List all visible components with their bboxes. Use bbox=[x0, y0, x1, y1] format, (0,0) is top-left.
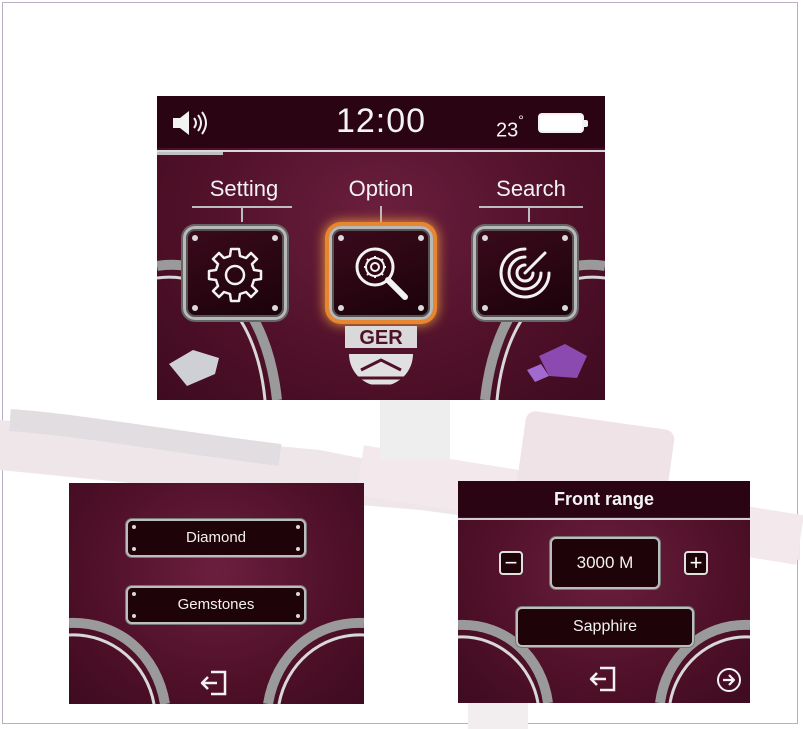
diamond-button[interactable]: Diamond bbox=[126, 519, 306, 557]
divider bbox=[458, 518, 750, 520]
search-rule bbox=[479, 206, 583, 208]
progress-indicator bbox=[157, 152, 223, 155]
search-label: Search bbox=[496, 176, 566, 201]
temperature-readout: 23° bbox=[496, 112, 524, 143]
radar-icon bbox=[499, 247, 551, 299]
target-select[interactable]: Sapphire bbox=[516, 607, 694, 647]
range-value-field[interactable]: 3000 M bbox=[550, 537, 660, 589]
status-bar: 12:00 23° bbox=[157, 96, 605, 148]
gear-magnifier-icon bbox=[355, 247, 408, 300]
front-range-screen: Front range − 3000 M + Sapphire bbox=[458, 481, 750, 703]
option-stem bbox=[380, 206, 382, 222]
option-label: Option bbox=[348, 176, 414, 201]
range-value: 3000 M bbox=[576, 553, 634, 572]
category-screen: Diamond Gemstones bbox=[69, 483, 364, 704]
diamond-label: Diamond bbox=[185, 529, 247, 546]
gemstones-label: Gemstones bbox=[177, 596, 255, 613]
search-button[interactable] bbox=[473, 226, 577, 320]
search-stem bbox=[528, 206, 530, 222]
svg-text:GER: GER bbox=[359, 327, 403, 349]
battery-icon bbox=[538, 113, 588, 133]
front-range-title: Front range bbox=[458, 481, 750, 517]
setting-stem bbox=[241, 206, 243, 222]
diamond-gem-icon bbox=[169, 350, 219, 386]
temperature-value: 23 bbox=[496, 119, 519, 142]
arrow-right-circle-icon[interactable] bbox=[716, 667, 742, 693]
divider bbox=[157, 150, 605, 152]
gear-icon bbox=[207, 247, 263, 303]
setting-button[interactable] bbox=[183, 226, 287, 320]
gemstones-button[interactable]: Gemstones bbox=[126, 586, 306, 624]
decrease-range-button[interactable]: − bbox=[499, 551, 523, 575]
exit-icon[interactable] bbox=[199, 669, 229, 697]
setting-label: Setting bbox=[209, 176, 279, 201]
exit-icon[interactable] bbox=[588, 665, 618, 693]
main-menu-screen: 12:00 23° Setting Option Search GER bbox=[157, 96, 605, 400]
increase-range-button[interactable]: + bbox=[684, 551, 708, 575]
target-label: Sapphire bbox=[572, 618, 638, 635]
ger-logo: GER bbox=[345, 326, 417, 388]
option-button[interactable] bbox=[329, 226, 433, 320]
temperature-unit: ° bbox=[518, 112, 524, 128]
